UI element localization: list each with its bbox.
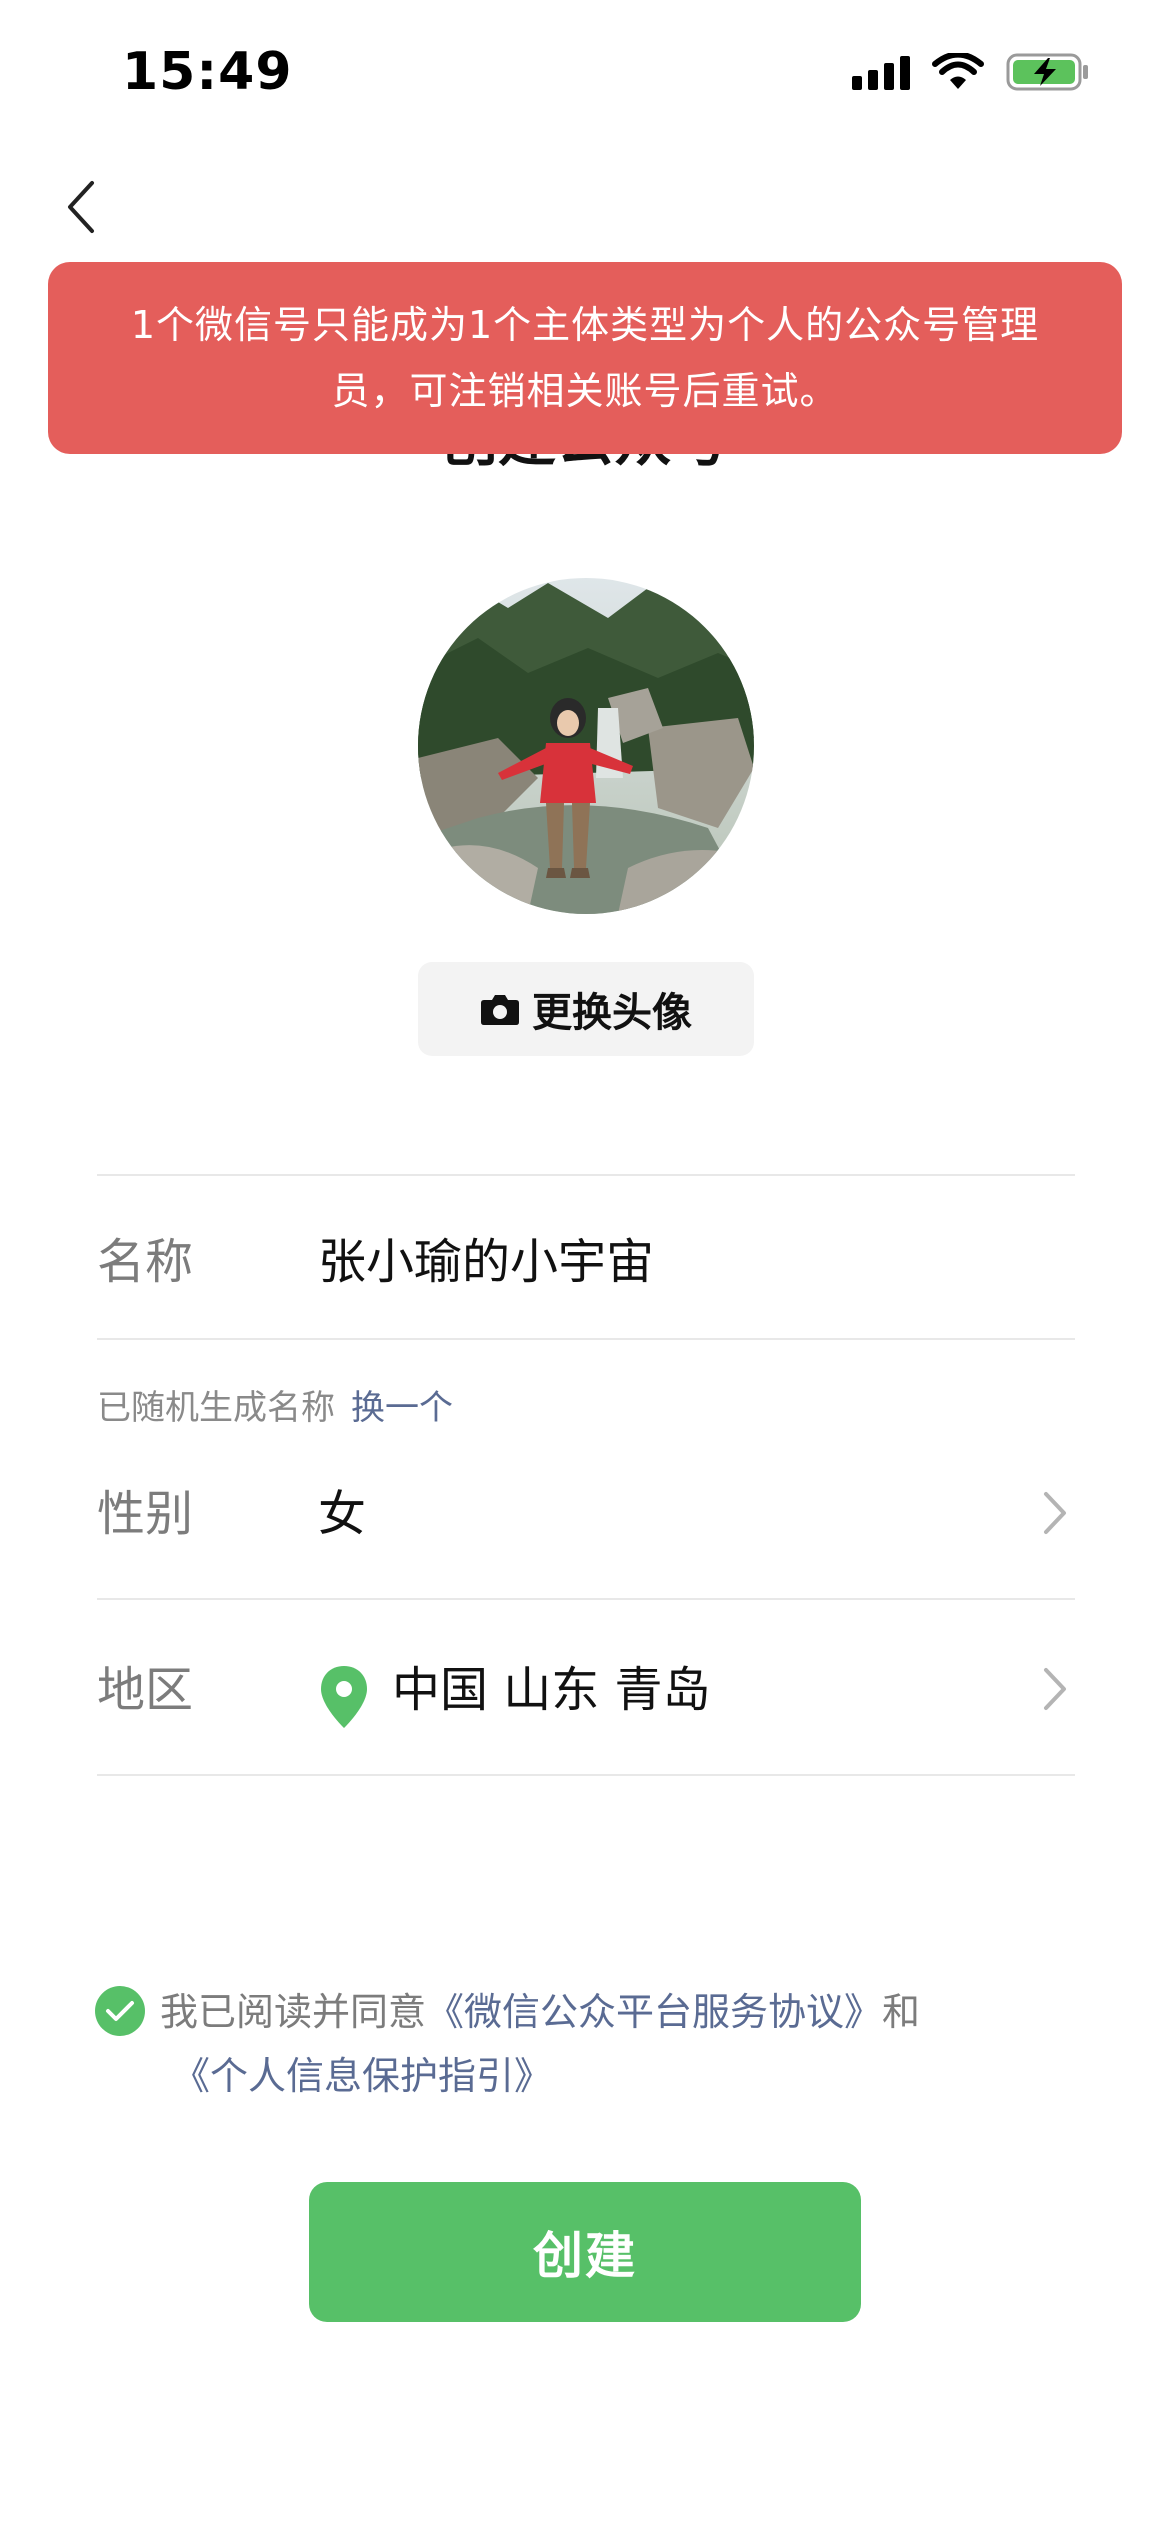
toast-message: 1个微信号只能成为1个主体类型为个人的公众号管理 员，可注销相关账号后重试。: [131, 292, 1039, 424]
agreement-conjunction: 和: [882, 1990, 921, 2034]
agreement-prefix: 我已阅读并同意: [160, 1990, 427, 2034]
region-label: 地区: [97, 1662, 194, 1718]
back-button[interactable]: [50, 172, 110, 242]
avatar[interactable]: [418, 578, 754, 914]
name-label: 名称: [97, 1234, 194, 1290]
camera-icon: [481, 995, 519, 1025]
divider: [97, 1338, 1075, 1340]
agreement-checkbox[interactable]: [95, 1986, 145, 2036]
chevron-left-icon: [68, 181, 94, 233]
name-field[interactable]: 张小瑜的小宇宙: [318, 1222, 654, 1292]
signal-icon: [852, 54, 910, 90]
location-pin-icon: [321, 1666, 367, 1728]
divider: [97, 1598, 1075, 1600]
checkmark-icon: [106, 2001, 134, 2021]
change-avatar-label: 更换头像: [532, 990, 692, 1036]
create-button-label: 创建: [533, 2227, 637, 2285]
change-avatar-button[interactable]: 更换头像: [418, 962, 754, 1056]
regenerate-name-link[interactable]: 换一个: [351, 1388, 453, 1428]
divider: [97, 1774, 1075, 1776]
error-toast: 1个微信号只能成为1个主体类型为个人的公众号管理 员，可注销相关账号后重试。: [48, 262, 1122, 454]
name-hint-text: 已随机生成名称: [97, 1388, 335, 1428]
wifi-icon: [932, 53, 984, 89]
privacy-guide-link[interactable]: 《个人信息保护指引》: [172, 2044, 552, 2108]
chevron-right-icon[interactable]: [1040, 1488, 1070, 1538]
avatar-photo: [418, 578, 754, 914]
status-icons: [852, 52, 1090, 92]
create-button[interactable]: 创建: [309, 2182, 861, 2322]
chevron-right-icon[interactable]: [1040, 1664, 1070, 1714]
gender-label: 性别: [97, 1486, 194, 1542]
status-time: 15:49: [122, 42, 293, 102]
name-hint: 已随机生成名称 换一个: [97, 1380, 453, 1429]
toast-message-line2: 员，可注销相关账号后重试。: [331, 369, 839, 413]
region-value[interactable]: 中国 山东 青岛: [392, 1650, 711, 1720]
toast-message-line1: 1个微信号只能成为1个主体类型为个人的公众号管理: [130, 303, 1040, 347]
status-bar: 15:49: [0, 0, 1170, 150]
gender-value[interactable]: 女: [318, 1474, 366, 1544]
battery-charging-icon: [1006, 53, 1088, 91]
divider: [97, 1174, 1075, 1176]
service-agreement-link[interactable]: 《微信公众平台服务协议》: [426, 1990, 882, 2034]
agreement-text: 我已阅读并同意《微信公众平台服务协议》和: [160, 1980, 1040, 2044]
